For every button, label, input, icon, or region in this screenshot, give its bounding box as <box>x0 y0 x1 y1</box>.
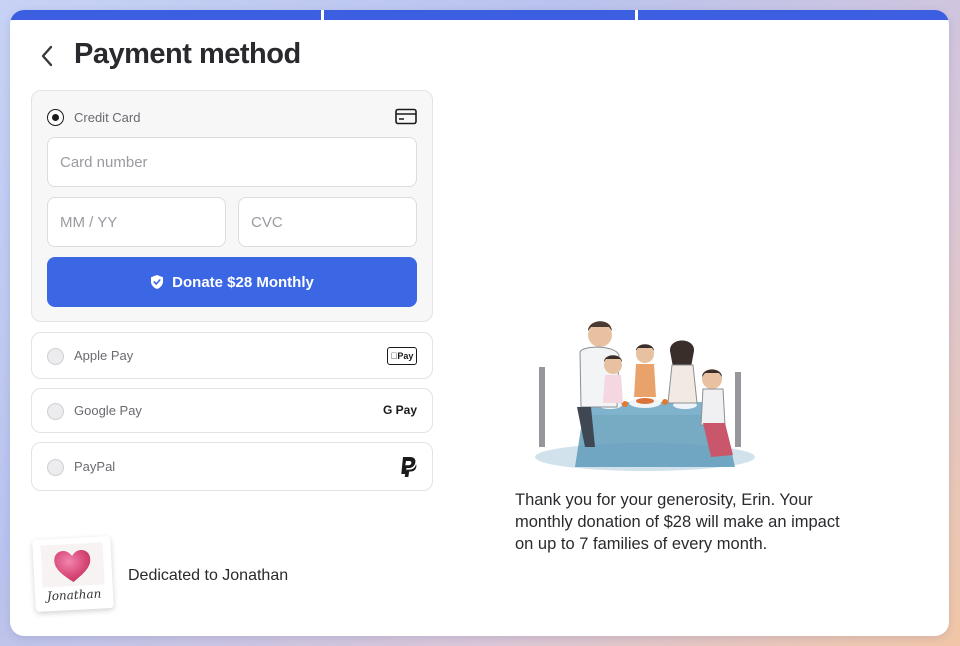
donate-button[interactable]: Donate $28 Monthly <box>47 257 417 307</box>
google-pay-icon: G Pay <box>383 403 417 417</box>
credit-card-radio[interactable] <box>47 109 64 126</box>
paypal-label: PayPal <box>74 459 116 474</box>
dedication: Jonathan Dedicated to Jonathan <box>32 536 289 612</box>
progress-step-2 <box>324 10 635 20</box>
apple-pay-icon: Pay <box>387 347 417 365</box>
card-number-input[interactable] <box>47 137 417 187</box>
paypal-option[interactable]: PayPal <box>31 442 433 491</box>
paypal-radio[interactable] <box>47 459 64 476</box>
google-pay-logo-text: G Pay <box>382 403 417 417</box>
cvc-input[interactable] <box>238 197 417 247</box>
thank-you-message: Thank you for your generosity, Erin. You… <box>515 491 840 553</box>
google-pay-label: Google Pay <box>74 403 142 418</box>
progress-step-1 <box>10 10 321 20</box>
dedication-polaroid: Jonathan <box>32 536 114 612</box>
google-pay-option[interactable]: Google Pay G Pay <box>31 388 433 433</box>
dedication-text: Dedicated to Jonathan <box>128 567 289 584</box>
google-pay-radio[interactable] <box>47 403 64 420</box>
apple-pay-radio[interactable] <box>47 348 64 365</box>
credit-card-icon <box>395 108 417 125</box>
credit-card-option: Credit Card Donate $28 Monthly <box>31 90 433 322</box>
progress-step-3 <box>638 10 949 20</box>
apple-pay-logo-text: Pay <box>387 347 417 365</box>
payment-card: Payment method Credit Card Donate $28 Mo… <box>10 10 949 636</box>
chevron-left-icon <box>41 45 53 67</box>
donate-button-label: Donate $28 Monthly <box>172 273 314 291</box>
back-button[interactable] <box>34 42 60 70</box>
family-dinner-illustration <box>535 321 755 471</box>
heart-icon <box>54 550 91 582</box>
dedication-signature: Jonathan <box>46 586 102 604</box>
credit-card-label: Credit Card <box>74 110 141 125</box>
progress-bar <box>10 10 949 20</box>
paypal-icon <box>401 457 417 477</box>
apple-pay-label: Apple Pay <box>74 348 134 363</box>
apple-pay-option[interactable]: Apple Pay Pay <box>31 332 433 379</box>
expiry-input[interactable] <box>47 197 226 247</box>
shield-check-icon <box>151 275 164 289</box>
page-title: Payment method <box>74 38 301 70</box>
